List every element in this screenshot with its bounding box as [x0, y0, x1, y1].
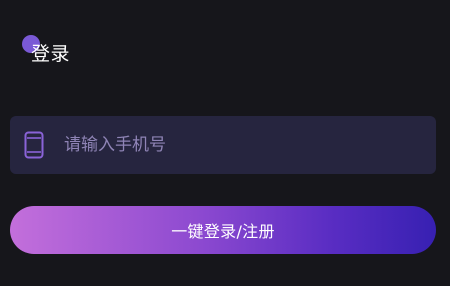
one-click-login-register-button[interactable]: 一键登录/注册 [10, 206, 436, 254]
login-screen: 登录 一键登录/注册 [0, 0, 450, 286]
mobile-phone-icon [24, 131, 44, 159]
page-header: 登录 [22, 35, 102, 75]
page-title: 登录 [31, 43, 71, 65]
phone-field[interactable] [10, 116, 436, 174]
phone-input[interactable] [64, 130, 404, 160]
